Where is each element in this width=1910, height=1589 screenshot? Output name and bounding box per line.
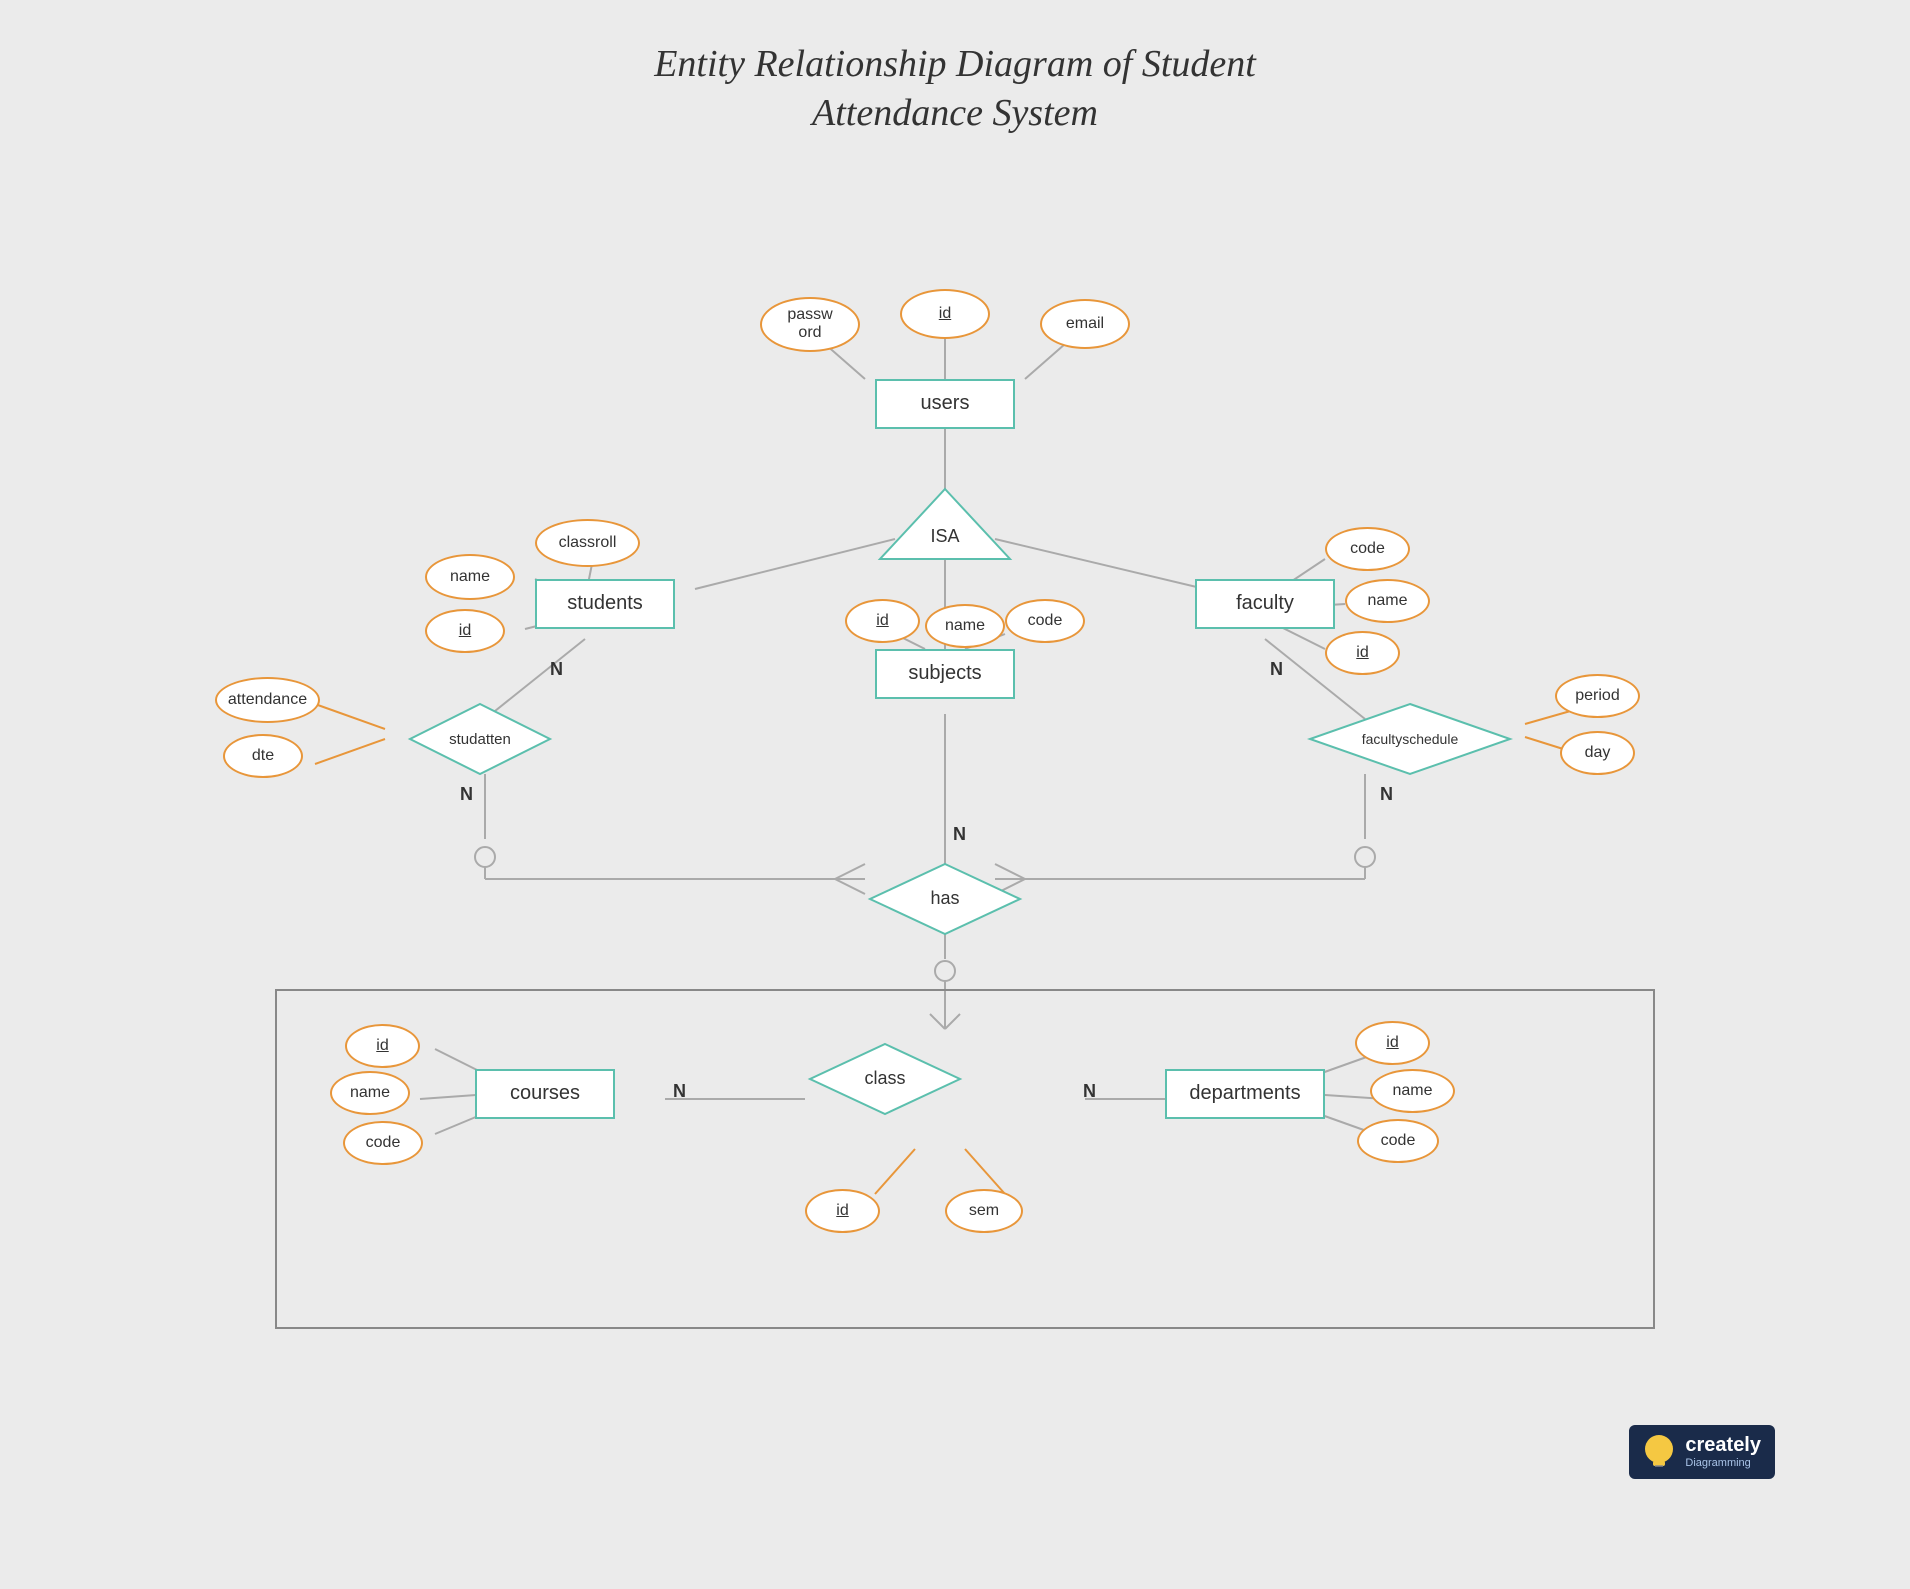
entity-departments: departments xyxy=(1165,1069,1325,1119)
attr-studatten-attendance: attendance xyxy=(215,677,320,723)
attr-users-id: id xyxy=(900,289,990,339)
attr-faculty-name: name xyxy=(1345,579,1430,623)
svg-text:class: class xyxy=(864,1068,905,1088)
attr-courses-code: code xyxy=(343,1121,423,1165)
logo-text-stack: creately Diagramming xyxy=(1685,1434,1761,1469)
studatten-diamond-svg: studatten xyxy=(405,699,555,779)
svg-text:has: has xyxy=(930,888,959,908)
card-studatten-n: N xyxy=(460,784,473,805)
svg-text:studatten: studatten xyxy=(449,731,511,748)
entity-subjects: subjects xyxy=(875,649,1015,699)
attr-subjects-name: name xyxy=(925,604,1005,648)
isa-relationship: ISA xyxy=(875,484,1015,564)
attr-class-sem: sem xyxy=(945,1189,1023,1233)
svg-text:facultyschedule: facultyschedule xyxy=(1362,731,1459,747)
card-departments-class: N xyxy=(1083,1081,1096,1102)
attr-faculty-id: id xyxy=(1325,631,1400,675)
attr-users-password: password xyxy=(760,297,860,352)
card-faculty-n: N xyxy=(1380,784,1393,805)
entity-students: students xyxy=(535,579,675,629)
diagram-title: Entity Relationship Diagram of Student A… xyxy=(654,40,1256,139)
attr-students-classroll: classroll xyxy=(535,519,640,567)
attr-departments-code: code xyxy=(1357,1119,1439,1163)
entity-users: users xyxy=(875,379,1015,429)
attr-subjects-id: id xyxy=(845,599,920,643)
card-subjects-n: N xyxy=(953,824,966,845)
attr-class-id: id xyxy=(805,1189,880,1233)
relationship-studatten: studatten xyxy=(405,699,555,779)
class-diamond-svg: class xyxy=(805,1039,965,1119)
facultyschedule-diamond-svg: facultyschedule xyxy=(1305,699,1515,779)
card-studatten-students: N xyxy=(550,659,563,680)
attr-faculty-code: code xyxy=(1325,527,1410,571)
bulb-icon xyxy=(1643,1433,1675,1471)
attr-students-name: name xyxy=(425,554,515,600)
main-container: Entity Relationship Diagram of Student A… xyxy=(0,0,1910,1589)
relationship-has: has xyxy=(865,859,1025,939)
has-diamond-svg: has xyxy=(865,859,1025,939)
inner-box xyxy=(275,989,1655,1329)
attr-facultyschedule-period: period xyxy=(1555,674,1640,718)
creately-logo: creately Diagramming xyxy=(1629,1425,1775,1479)
card-studatten-faculty: N xyxy=(1270,659,1283,680)
attr-courses-id: id xyxy=(345,1024,420,1068)
entity-courses: courses xyxy=(475,1069,615,1119)
attr-subjects-code: code xyxy=(1005,599,1085,643)
attr-studatten-dte: dte xyxy=(223,734,303,778)
entity-faculty: faculty xyxy=(1195,579,1335,629)
relationship-facultyschedule: facultyschedule xyxy=(1305,699,1515,779)
attr-facultyschedule-day: day xyxy=(1560,731,1635,775)
card-courses-class: N xyxy=(673,1081,686,1102)
relationship-class: class xyxy=(805,1039,965,1119)
attr-courses-name: name xyxy=(330,1071,410,1115)
isa-diamond-svg: ISA xyxy=(875,484,1015,564)
attr-users-email: email xyxy=(1040,299,1130,349)
diagram-area: users id password email ISA students nam… xyxy=(105,159,1805,1509)
attr-students-id: id xyxy=(425,609,505,653)
attr-departments-id: id xyxy=(1355,1021,1430,1065)
svg-text:ISA: ISA xyxy=(930,526,959,546)
attr-departments-name: name xyxy=(1370,1069,1455,1113)
